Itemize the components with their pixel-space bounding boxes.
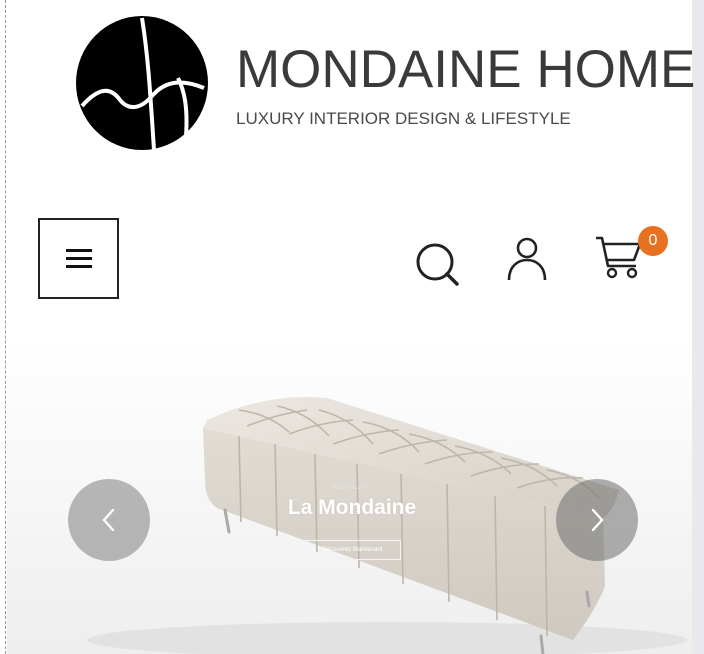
brand-tagline: LUXURY INTERIOR DESIGN & LIFESTYLE	[236, 109, 571, 128]
page-edge	[0, 0, 6, 654]
search-button[interactable]	[414, 240, 462, 288]
chevron-left-icon	[102, 508, 115, 532]
slider-prev-button[interactable]	[68, 479, 150, 561]
search-icon	[416, 243, 459, 286]
user-icon	[507, 237, 547, 281]
slider-next-button[interactable]	[556, 479, 638, 561]
brand-title[interactable]: MONDAINE HOME	[236, 40, 695, 100]
chevron-right-icon	[591, 508, 604, 532]
mondaine-monogram-logo	[76, 16, 208, 151]
menu-button[interactable]	[38, 218, 119, 299]
hamburger-icon	[65, 248, 92, 268]
discover-now-button[interactable]: Découvrez Maintenant	[304, 540, 401, 560]
hero-slider[interactable]: NOUVEAUTÉ La Mondaine Découvrez Maintena…	[7, 340, 692, 654]
account-button[interactable]	[506, 236, 550, 282]
cart-count-badge: 0	[638, 226, 668, 256]
brand-logo[interactable]	[76, 16, 208, 151]
